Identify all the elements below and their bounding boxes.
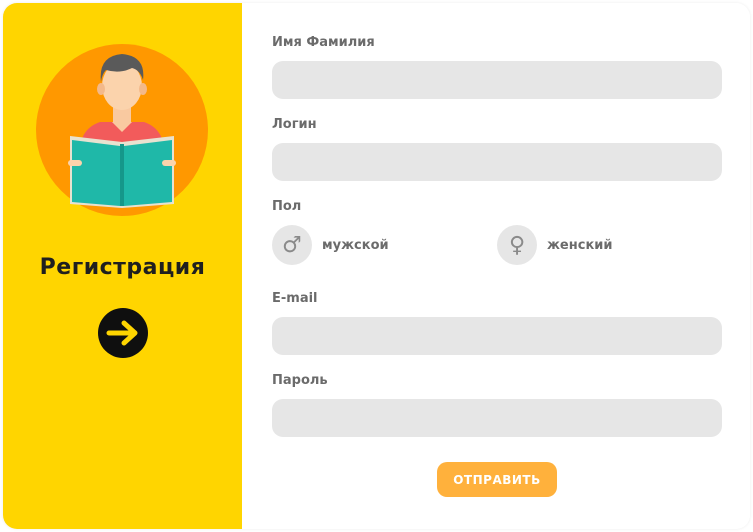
male-symbol-icon[interactable]: ♂ <box>272 225 312 265</box>
email-label: Е-mail <box>272 291 318 306</box>
form-panel: Имя Фамилия Логин Пол ♂ мужской ♀ женски… <box>242 3 750 529</box>
female-symbol-icon[interactable]: ♀ <box>497 225 537 265</box>
email-field[interactable] <box>272 317 722 355</box>
password-field[interactable] <box>272 399 722 437</box>
sidebar-panel: Регистрация <box>3 3 242 529</box>
registration-title: Регистрация <box>39 255 206 280</box>
gender-option-male[interactable]: ♂ мужской <box>272 225 389 265</box>
registration-card: Регистрация Имя Фамилия Логин Пол ♂ мужс… <box>3 3 750 529</box>
reader-with-book-icon <box>36 44 208 216</box>
gender-option-label: мужской <box>322 237 389 253</box>
gender-option-female[interactable]: ♀ женский <box>497 225 613 265</box>
submit-button[interactable]: ОТПРАВИТЬ <box>437 462 557 497</box>
name-field[interactable] <box>272 61 722 99</box>
arrow-right-icon[interactable] <box>97 307 149 359</box>
login-field[interactable] <box>272 143 722 181</box>
gender-option-label: женский <box>547 237 613 253</box>
name-label: Имя Фамилия <box>272 35 375 50</box>
login-label: Логин <box>272 117 317 132</box>
gender-label: Пол <box>272 199 302 214</box>
password-label: Пароль <box>272 373 328 388</box>
